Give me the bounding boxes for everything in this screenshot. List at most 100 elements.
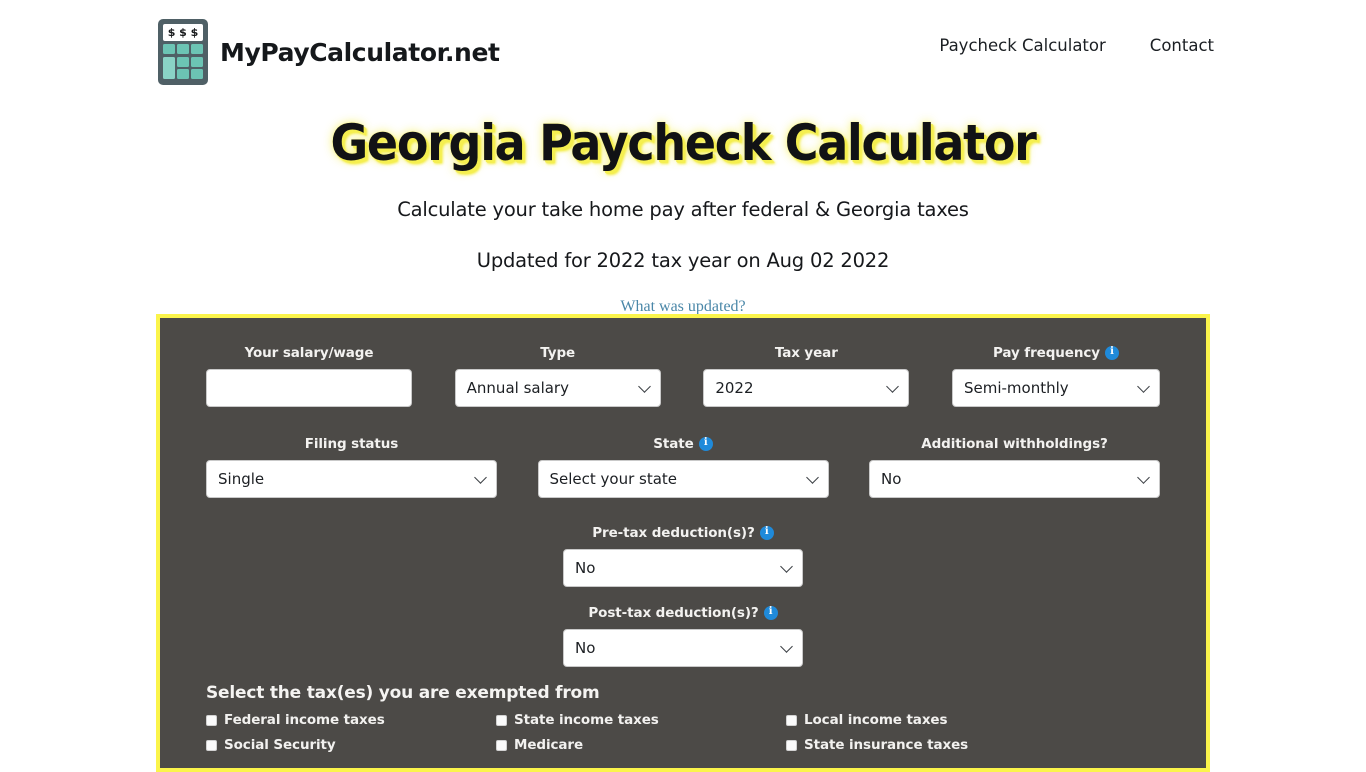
- checkbox-label: Federal income taxes: [224, 712, 385, 728]
- info-icon[interactable]: i: [759, 525, 774, 540]
- label-text: Type: [540, 344, 576, 361]
- chevron-down-icon: [474, 471, 487, 484]
- form-row-2: Filing status Single State i Select your…: [206, 435, 1160, 498]
- nav-item-contact[interactable]: Contact: [1150, 36, 1214, 55]
- chevron-down-icon: [780, 560, 793, 573]
- label-text: Pay frequency: [992, 344, 1100, 361]
- page-title: Georgia Paycheck Calculator: [330, 114, 1036, 172]
- state-select[interactable]: Select your state: [537, 460, 829, 498]
- additional-withholdings-select-value: No: [881, 470, 902, 488]
- checkbox-label: Social Security: [224, 737, 336, 753]
- label-text: Your salary/wage: [244, 344, 374, 361]
- checkbox-label: Medicare: [514, 737, 584, 753]
- field-posttax-deductions: Post-tax deduction(s)? i No: [563, 604, 803, 667]
- hero-section: Georgia Paycheck Calculator Calculate yo…: [0, 100, 1366, 316]
- tax-year-select-value: 2022: [715, 379, 754, 397]
- tax-year-select[interactable]: 2022: [703, 369, 910, 407]
- info-icon[interactable]: i: [763, 605, 778, 620]
- calculator-panel: Your salary/wage Type Annual salary Tax …: [156, 314, 1210, 772]
- checkbox-medicare[interactable]: Medicare: [496, 737, 786, 753]
- logo-screen-text: $ $ $: [163, 24, 203, 41]
- filing-status-select-value: Single: [218, 470, 265, 488]
- label-text: Post-tax deduction(s)?: [588, 604, 759, 621]
- brand-name: MyPayCalculator.net: [220, 37, 500, 67]
- form-row-3: Pre-tax deduction(s)? i No: [206, 524, 1160, 587]
- checkbox-label: State insurance taxes: [804, 737, 969, 753]
- field-additional-withholdings: Additional withholdings? No: [869, 435, 1160, 498]
- chevron-down-icon: [805, 471, 819, 484]
- checkbox-box[interactable]: [206, 739, 217, 751]
- logo-key-equals: [163, 56, 175, 79]
- checkbox-federal-income-taxes[interactable]: Federal income taxes: [206, 712, 496, 728]
- checkbox-label: Local income taxes: [804, 712, 948, 728]
- posttax-deductions-select[interactable]: No: [563, 629, 803, 667]
- state-select-value: Select your state: [549, 470, 678, 488]
- posttax-deductions-select-value: No: [575, 639, 596, 657]
- field-pay-frequency: Pay frequency i Semi-monthly: [951, 344, 1160, 407]
- brand-logo-link[interactable]: $ $ $ MyPayCalculator.net: [158, 19, 500, 85]
- salary-wage-input[interactable]: [206, 369, 412, 407]
- checkbox-local-income-taxes[interactable]: Local income taxes: [786, 712, 1076, 728]
- filing-status-select[interactable]: Single: [206, 460, 497, 498]
- label-pretax-deductions: Pre-tax deduction(s)? i: [563, 524, 803, 541]
- label-filing-status: Filing status: [206, 435, 497, 452]
- checkbox-box[interactable]: [496, 739, 507, 751]
- label-text: Additional withholdings?: [921, 435, 1108, 452]
- pretax-deductions-select[interactable]: No: [563, 549, 803, 587]
- field-pretax-deductions: Pre-tax deduction(s)? i No: [563, 524, 803, 587]
- logo-key: [163, 44, 175, 54]
- logo-key: [177, 56, 189, 67]
- label-salary-wage: Your salary/wage: [206, 344, 412, 361]
- label-text: Filing status: [304, 435, 399, 452]
- label-posttax-deductions: Post-tax deduction(s)? i: [563, 604, 803, 621]
- updated-line: Updated for 2022 tax year on Aug 02 2022: [476, 249, 890, 272]
- field-filing-status: Filing status Single: [206, 435, 497, 498]
- label-state: State i: [538, 435, 829, 452]
- site-header: $ $ $ MyPayCalculator.net Paycheck Calcu…: [0, 0, 1366, 100]
- pretax-deductions-select-value: No: [575, 559, 596, 577]
- form-row-4: Post-tax deduction(s)? i No: [206, 604, 1160, 667]
- label-text: Tax year: [774, 344, 838, 361]
- checkbox-box[interactable]: [786, 714, 797, 726]
- page-subtitle: Calculate your take home pay after feder…: [397, 198, 969, 221]
- info-icon[interactable]: i: [698, 436, 713, 451]
- logo-key: [177, 69, 189, 79]
- info-icon[interactable]: i: [1104, 345, 1119, 360]
- exempt-checkbox-grid: Federal income taxes State income taxes …: [206, 712, 1160, 753]
- label-text: Pre-tax deduction(s)?: [592, 524, 755, 541]
- form-row-1: Your salary/wage Type Annual salary Tax …: [206, 344, 1160, 407]
- checkbox-box[interactable]: [206, 714, 217, 726]
- checkbox-box[interactable]: [496, 714, 507, 726]
- field-type: Type Annual salary: [454, 344, 661, 407]
- pay-frequency-select[interactable]: Semi-monthly: [951, 369, 1160, 407]
- chevron-down-icon: [637, 380, 651, 393]
- calculator-logo-icon: $ $ $: [158, 19, 208, 85]
- logo-key: [191, 56, 203, 67]
- checkbox-state-income-taxes[interactable]: State income taxes: [496, 712, 786, 728]
- checkbox-state-insurance-taxes[interactable]: State insurance taxes: [786, 737, 1076, 753]
- type-select[interactable]: Annual salary: [454, 369, 661, 407]
- additional-withholdings-select[interactable]: No: [869, 460, 1160, 498]
- main-nav: Paycheck Calculator Contact: [939, 36, 1214, 55]
- nav-item-paycheck-calculator[interactable]: Paycheck Calculator: [939, 36, 1105, 55]
- label-tax-year: Tax year: [703, 344, 909, 361]
- field-tax-year: Tax year 2022: [703, 344, 910, 407]
- type-select-value: Annual salary: [466, 379, 569, 397]
- field-state: State i Select your state: [537, 435, 829, 498]
- checkbox-social-security[interactable]: Social Security: [206, 737, 496, 753]
- logo-keypad: [163, 44, 203, 79]
- field-salary-wage: Your salary/wage: [206, 344, 412, 407]
- logo-key: [177, 44, 189, 54]
- checkbox-label: State income taxes: [514, 712, 659, 728]
- pay-frequency-select-value: Semi-monthly: [963, 379, 1069, 397]
- chevron-down-icon: [1137, 471, 1150, 484]
- label-pay-frequency: Pay frequency i: [952, 344, 1160, 361]
- chevron-down-icon: [1137, 380, 1150, 393]
- logo-key: [191, 44, 203, 54]
- label-type: Type: [455, 344, 661, 361]
- checkbox-box[interactable]: [786, 739, 797, 751]
- label-additional-withholdings: Additional withholdings?: [869, 435, 1160, 452]
- exempt-section-title: Select the tax(es) you are exempted from: [206, 683, 600, 703]
- chevron-down-icon: [886, 380, 900, 393]
- chevron-down-icon: [780, 640, 793, 653]
